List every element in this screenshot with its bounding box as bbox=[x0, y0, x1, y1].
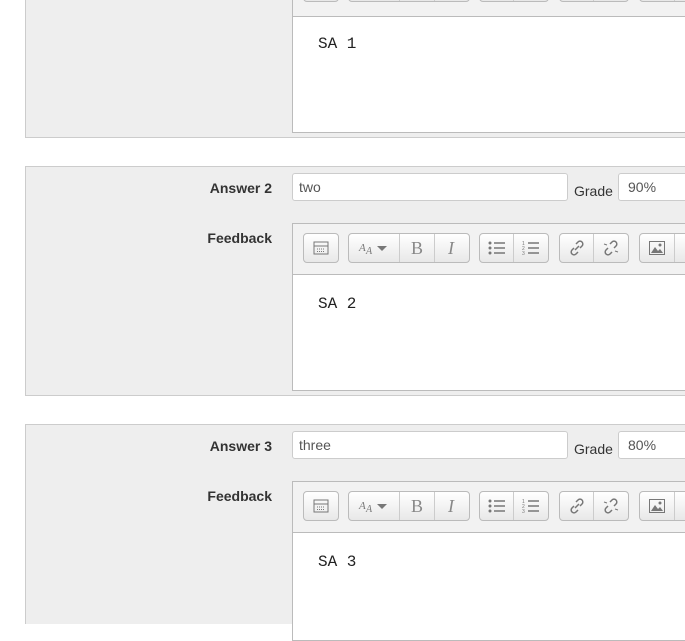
feedback-editor-1: SA 1 bbox=[292, 0, 685, 133]
toolbar-group: AA B I bbox=[348, 233, 470, 263]
answer-label: Answer 2 bbox=[26, 180, 272, 196]
toolbar-toggle-icon bbox=[313, 240, 329, 256]
font-size-button[interactable]: AA bbox=[349, 234, 400, 262]
bold-icon: B bbox=[409, 497, 425, 515]
feedback-text: SA 3 bbox=[318, 553, 356, 571]
link-button[interactable] bbox=[560, 234, 594, 262]
bullet-list-button[interactable] bbox=[480, 0, 514, 1]
numbered-list-icon: 123 bbox=[522, 498, 540, 514]
toolbar-group bbox=[479, 0, 549, 2]
media-button[interactable] bbox=[675, 492, 685, 520]
bold-button[interactable]: B bbox=[400, 492, 434, 520]
answer-input[interactable]: two bbox=[292, 173, 568, 201]
toolbar-group bbox=[559, 0, 629, 2]
feedback-label: Feedback bbox=[26, 230, 272, 246]
editor-toolbar: AA B I 123 bbox=[293, 482, 685, 533]
toolbar-group bbox=[303, 233, 339, 263]
toolbar-group bbox=[639, 0, 685, 2]
unlink-button[interactable] bbox=[594, 234, 628, 262]
italic-icon: I bbox=[444, 497, 460, 515]
image-button[interactable] bbox=[640, 234, 675, 262]
toolbar-group bbox=[639, 233, 685, 263]
answer-panel-2: Answer 2 two Grade 90% Feedback AA B I bbox=[25, 166, 685, 396]
numbered-list-icon: 123 bbox=[522, 240, 540, 256]
unlink-button[interactable] bbox=[594, 0, 628, 1]
link-icon bbox=[569, 240, 585, 256]
answer-panel-1: SA 1 bbox=[25, 0, 685, 138]
bold-icon: B bbox=[409, 239, 425, 257]
feedback-content[interactable]: SA 3 bbox=[293, 533, 685, 640]
feedback-content[interactable]: SA 2 bbox=[293, 275, 685, 390]
toolbar-toggle-button[interactable] bbox=[304, 492, 338, 520]
grade-label: Grade bbox=[574, 183, 613, 199]
toolbar-group bbox=[348, 0, 470, 2]
answer-panel-3: Answer 3 three Grade 80% Feedback AA B I bbox=[25, 424, 685, 624]
toolbar-group bbox=[559, 233, 629, 263]
svg-text:B: B bbox=[411, 239, 423, 257]
feedback-content[interactable]: SA 1 bbox=[293, 17, 685, 132]
toolbar-toggle-icon bbox=[313, 498, 329, 514]
image-button[interactable] bbox=[640, 0, 675, 1]
font-size-button[interactable] bbox=[349, 0, 400, 1]
media-button[interactable] bbox=[675, 234, 685, 262]
svg-text:A: A bbox=[365, 246, 373, 256]
editor-toolbar: AA B I 123 bbox=[293, 224, 685, 275]
toolbar-group: 123 bbox=[479, 233, 549, 263]
toolbar-group bbox=[303, 491, 339, 521]
svg-text:A: A bbox=[365, 504, 373, 514]
bullet-list-icon bbox=[488, 240, 506, 256]
svg-text:B: B bbox=[411, 497, 423, 515]
feedback-editor: AA B I 123 bbox=[292, 481, 685, 641]
toolbar-group: 123 bbox=[479, 491, 549, 521]
link-icon bbox=[569, 498, 585, 514]
toolbar-group bbox=[559, 491, 629, 521]
feedback-text: SA 1 bbox=[318, 35, 356, 53]
svg-text:A: A bbox=[358, 500, 366, 512]
answer-input[interactable]: three bbox=[292, 431, 568, 459]
link-button[interactable] bbox=[560, 492, 594, 520]
italic-icon: I bbox=[444, 239, 460, 257]
toolbar-group bbox=[303, 0, 339, 2]
grade-select[interactable]: 90% bbox=[618, 173, 685, 201]
grade-select[interactable]: 80% bbox=[618, 431, 685, 459]
link-button[interactable] bbox=[560, 0, 594, 1]
media-button[interactable] bbox=[675, 0, 685, 1]
editor-toolbar bbox=[293, 0, 685, 17]
feedback-text: SA 2 bbox=[318, 295, 356, 313]
svg-text:A: A bbox=[358, 242, 366, 254]
numbered-list-button[interactable] bbox=[514, 0, 548, 1]
numbered-list-button[interactable]: 123 bbox=[514, 492, 548, 520]
bullet-list-button[interactable] bbox=[480, 234, 514, 262]
font-size-icon: AA bbox=[358, 498, 390, 514]
svg-text:I: I bbox=[447, 239, 455, 257]
image-icon bbox=[649, 241, 665, 255]
toolbar-group bbox=[639, 491, 685, 521]
grade-label: Grade bbox=[574, 441, 613, 457]
unlink-icon bbox=[603, 498, 619, 514]
svg-text:3: 3 bbox=[522, 509, 525, 514]
image-button[interactable] bbox=[640, 492, 675, 520]
toolbar-toggle-button[interactable] bbox=[304, 0, 338, 1]
bold-button[interactable] bbox=[400, 0, 434, 1]
bullet-list-icon bbox=[488, 498, 506, 514]
font-size-icon: AA bbox=[358, 240, 390, 256]
italic-button[interactable] bbox=[435, 0, 469, 1]
unlink-button[interactable] bbox=[594, 492, 628, 520]
feedback-editor: AA B I 123 bbox=[292, 223, 685, 391]
font-size-button[interactable]: AA bbox=[349, 492, 400, 520]
unlink-icon bbox=[603, 240, 619, 256]
image-icon bbox=[649, 499, 665, 513]
bullet-list-button[interactable] bbox=[480, 492, 514, 520]
numbered-list-button[interactable]: 123 bbox=[514, 234, 548, 262]
italic-button[interactable]: I bbox=[435, 492, 469, 520]
bold-button[interactable]: B bbox=[400, 234, 434, 262]
svg-text:I: I bbox=[447, 497, 455, 515]
answer-label: Answer 3 bbox=[26, 438, 272, 454]
svg-text:3: 3 bbox=[522, 251, 525, 256]
italic-button[interactable]: I bbox=[435, 234, 469, 262]
toolbar-group: AA B I bbox=[348, 491, 470, 521]
toolbar-toggle-button[interactable] bbox=[304, 234, 338, 262]
feedback-label: Feedback bbox=[26, 488, 272, 504]
